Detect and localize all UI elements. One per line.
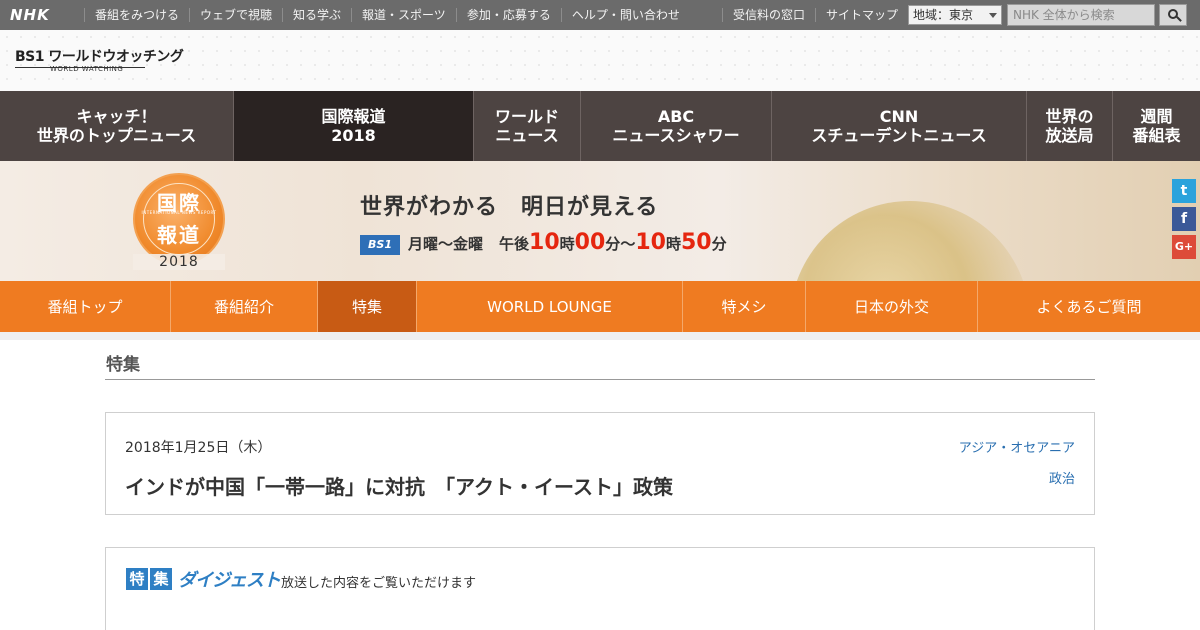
twitter-icon[interactable]: t — [1172, 179, 1196, 203]
global-nav-news-sports[interactable]: 報道・スポーツ — [351, 8, 456, 22]
program-tab-catch[interactable]: キャッチ！ 世界のトップニュース — [0, 91, 234, 161]
utility-nav-fee[interactable]: 受信料の窓口 — [722, 8, 815, 22]
global-nav-participate[interactable]: 参加・応募する — [455, 8, 561, 22]
world-watching-logo[interactable]: BS1 ワールドウオッチング — [15, 46, 184, 66]
section-tab-faq[interactable]: よくあるご質問 — [978, 281, 1200, 332]
global-nav-learn[interactable]: 知る学ぶ — [282, 8, 351, 22]
divider — [105, 379, 1095, 380]
global-nav-help[interactable]: ヘルプ・問い合わせ — [560, 8, 690, 22]
globe-background — [790, 201, 1030, 281]
program-nav: キャッチ！ 世界のトップニュース 国際報道 2018 ワールド ニュース ABC… — [0, 91, 1200, 161]
program-tab-broadcasters[interactable]: 世界の 放送局 — [1027, 91, 1113, 161]
program-tab-abc[interactable]: ABC ニュースシャワー — [581, 91, 772, 161]
section-tab-tokumeshi[interactable]: 特メシ — [683, 281, 806, 332]
section-tab-about[interactable]: 番組紹介 — [171, 281, 318, 332]
region-select[interactable]: 地域：東京 — [908, 5, 1002, 25]
global-header: NHK 番組をみつける ウェブで視聴 知る学ぶ 報道・スポーツ 参加・応募する … — [0, 0, 1200, 30]
article-header-card: 2018年1月25日（木） インドが中国「一帯一路」に対抗 「アクト・イースト」… — [105, 412, 1095, 515]
emblem-year: 2018 — [133, 254, 225, 270]
program-tab-weekly-schedule[interactable]: 週間 番組表 — [1113, 91, 1200, 161]
chevron-down-icon — [989, 13, 997, 18]
program-tab-world-news[interactable]: ワールド ニュース — [474, 91, 581, 161]
category-tag-politics[interactable]: 政治 — [1049, 468, 1075, 487]
brand-bar: BS1 ワールドウオッチング WORLD WATCHING — [0, 30, 1200, 91]
global-nav-watch-web[interactable]: ウェブで視聴 — [189, 8, 282, 22]
google-plus-icon[interactable]: G+ — [1172, 235, 1196, 259]
section-tab-features[interactable]: 特集 — [318, 281, 417, 332]
program-emblem[interactable]: 国際 INTERNATIONAL NEWS REPORT 報道 — [133, 173, 225, 265]
program-tab-kokusai-houdou[interactable]: 国際報道 2018 — [234, 91, 474, 161]
digest-description: 放送した内容をご覧いただけます — [281, 576, 477, 591]
section-tab-diplomacy[interactable]: 日本の外交 — [806, 281, 978, 332]
site-search-input[interactable]: NHK 全体から検索 — [1007, 4, 1155, 26]
category-tag-asia-oceania[interactable]: アジア・オセアニア — [959, 437, 1075, 456]
nhk-logo[interactable]: NHK — [10, 6, 50, 24]
bs1-channel-badge: BS1 — [360, 235, 400, 255]
program-tagline: 世界がわかる 明日が見える — [360, 195, 659, 220]
section-tab-top[interactable]: 番組トップ — [0, 281, 171, 332]
region-select-value: 地域：東京 — [913, 8, 974, 22]
broadcast-days: 月曜〜金曜 — [408, 235, 484, 253]
section-tab-world-lounge[interactable]: WORLD LOUNGE — [417, 281, 683, 332]
world-watching-subtitle: WORLD WATCHING — [50, 65, 124, 73]
article-headline: インドが中国「一帯一路」に対抗 「アクト・イースト」政策 — [125, 475, 673, 499]
feature-digest-card: 特 集 ダイジェスト 放送した内容をご覧いただけます — [105, 547, 1095, 630]
utility-nav: 受信料の窓口 サイトマップ — [722, 0, 908, 30]
program-hero: 国際 INTERNATIONAL NEWS REPORT 報道 2018 世界が… — [0, 161, 1200, 281]
search-button[interactable] — [1159, 4, 1187, 26]
page-title: 特集 — [106, 355, 140, 375]
utility-nav-sitemap[interactable]: サイトマップ — [815, 8, 908, 22]
facebook-icon[interactable]: f — [1172, 207, 1196, 231]
broadcast-schedule: BS1 月曜〜金曜 午後 10 時 00 分 〜 10 時 50 分 — [360, 230, 727, 258]
global-nav-find-programs[interactable]: 番組をみつける — [84, 8, 189, 22]
global-nav: 番組をみつける ウェブで視聴 知る学ぶ 報道・スポーツ 参加・応募する ヘルプ・… — [84, 0, 690, 30]
article-date: 2018年1月25日（木） — [125, 440, 272, 456]
feature-digest-badge: 特 集 ダイジェスト — [126, 568, 281, 591]
program-tab-cnn[interactable]: CNN スチューデントニュース — [772, 91, 1027, 161]
program-section-nav: 番組トップ 番組紹介 特集 WORLD LOUNGE 特メシ 日本の外交 よくあ… — [0, 281, 1200, 332]
